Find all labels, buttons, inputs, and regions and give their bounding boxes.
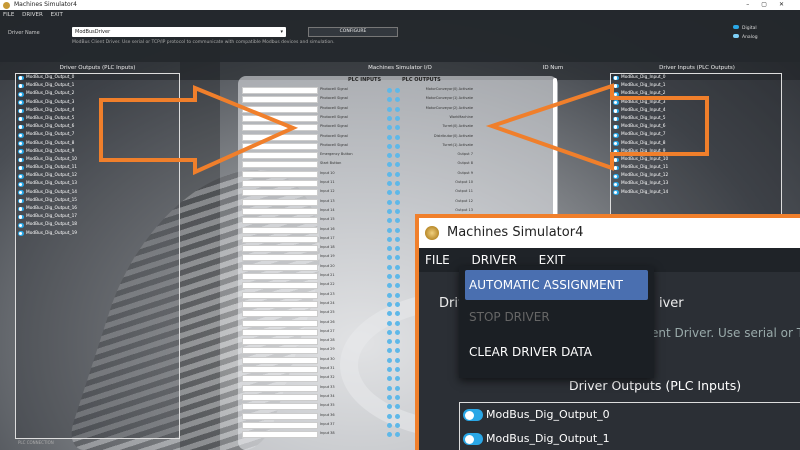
toggle-icon[interactable] <box>463 409 483 421</box>
menu-item-clear-driver-data[interactable]: CLEAR DRIVER DATA <box>459 335 654 370</box>
arrow-left <box>485 83 709 171</box>
inset-menu-driver[interactable]: DRIVER <box>472 253 517 267</box>
inset-description-fragment: ent Driver. Use serial or TC <box>651 326 800 340</box>
inset-outputs-title: Driver Outputs (PLC Inputs) <box>569 378 742 393</box>
driver-dropdown-menu: AUTOMATIC ASSIGNMENT STOP DRIVER CLEAR D… <box>459 266 654 378</box>
toggle-icon[interactable] <box>463 433 483 445</box>
inset-window-title: Machines Simulator4 <box>447 225 584 240</box>
arrow-right <box>99 85 299 176</box>
menu-item-stop-driver[interactable]: STOP DRIVER <box>459 300 654 335</box>
inset-title-bar: Machines Simulator4 <box>419 218 800 248</box>
list-item[interactable]: ModBus_Dig_Output_1 <box>460 427 800 450</box>
inset-outputs-panel: ModBus_Dig_Output_0 ModBus_Dig_Output_1 <box>459 402 800 450</box>
menu-item-automatic-assignment[interactable]: AUTOMATIC ASSIGNMENT <box>465 270 648 300</box>
inset-menu-exit[interactable]: EXIT <box>539 253 566 267</box>
list-item[interactable]: ModBus_Dig_Output_0 <box>460 403 800 427</box>
inset-menu-file[interactable]: FILE <box>425 253 450 267</box>
app-icon <box>425 226 439 240</box>
inset-driver-value-fragment: iver <box>659 296 684 311</box>
